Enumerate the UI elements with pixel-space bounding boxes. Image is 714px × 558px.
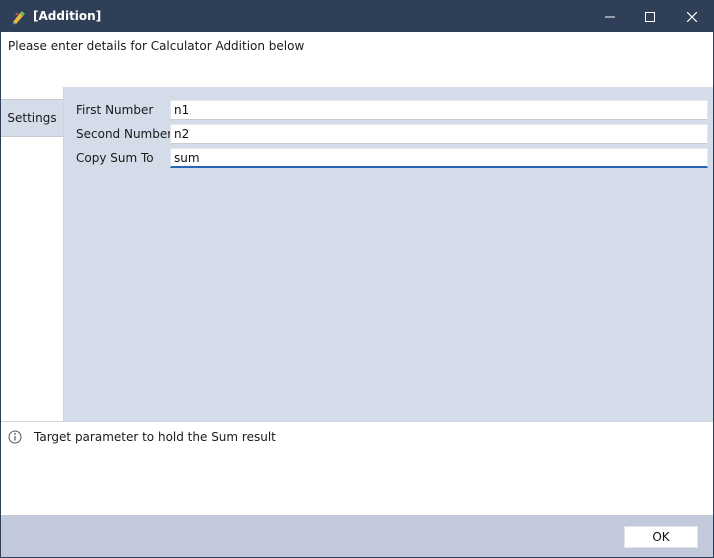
form-row-first-number: First Number [76,100,708,120]
ok-button[interactable]: OK [624,526,698,548]
dialog-footer: OK [1,515,713,557]
app-icon [11,9,27,25]
window-title: [Addition] [33,9,102,23]
dialog-header: Please enter details for Calculator Addi… [1,32,713,88]
second-number-label: Second Number [76,127,173,141]
info-panel: Target parameter to hold the Sum result [1,421,713,516]
sidebar: Settings [1,87,64,421]
second-number-input[interactable] [170,124,708,144]
title-bar[interactable]: [Addition] [1,1,713,32]
close-button[interactable] [669,1,713,32]
copy-sum-to-label: Copy Sum To [76,151,154,165]
tab-settings[interactable]: Settings [1,99,63,137]
settings-panel: First Number Second Number Copy Sum To [64,87,713,421]
addition-dialog: [Addition] Please enter details for Calc… [0,0,714,558]
form-row-second-number: Second Number [76,124,708,144]
copy-sum-to-input[interactable] [170,148,708,168]
header-instructions: Please enter details for Calculator Addi… [8,39,305,53]
first-number-label: First Number [76,103,154,117]
first-number-input[interactable] [170,100,708,120]
maximize-button[interactable] [627,1,673,32]
maximize-icon [645,11,655,22]
close-icon [687,11,697,22]
info-text: Target parameter to hold the Sum result [34,430,276,444]
tab-settings-label: Settings [7,111,57,125]
minimize-icon [605,16,615,17]
form-row-copy-sum-to: Copy Sum To [76,148,708,168]
info-icon [8,430,22,444]
